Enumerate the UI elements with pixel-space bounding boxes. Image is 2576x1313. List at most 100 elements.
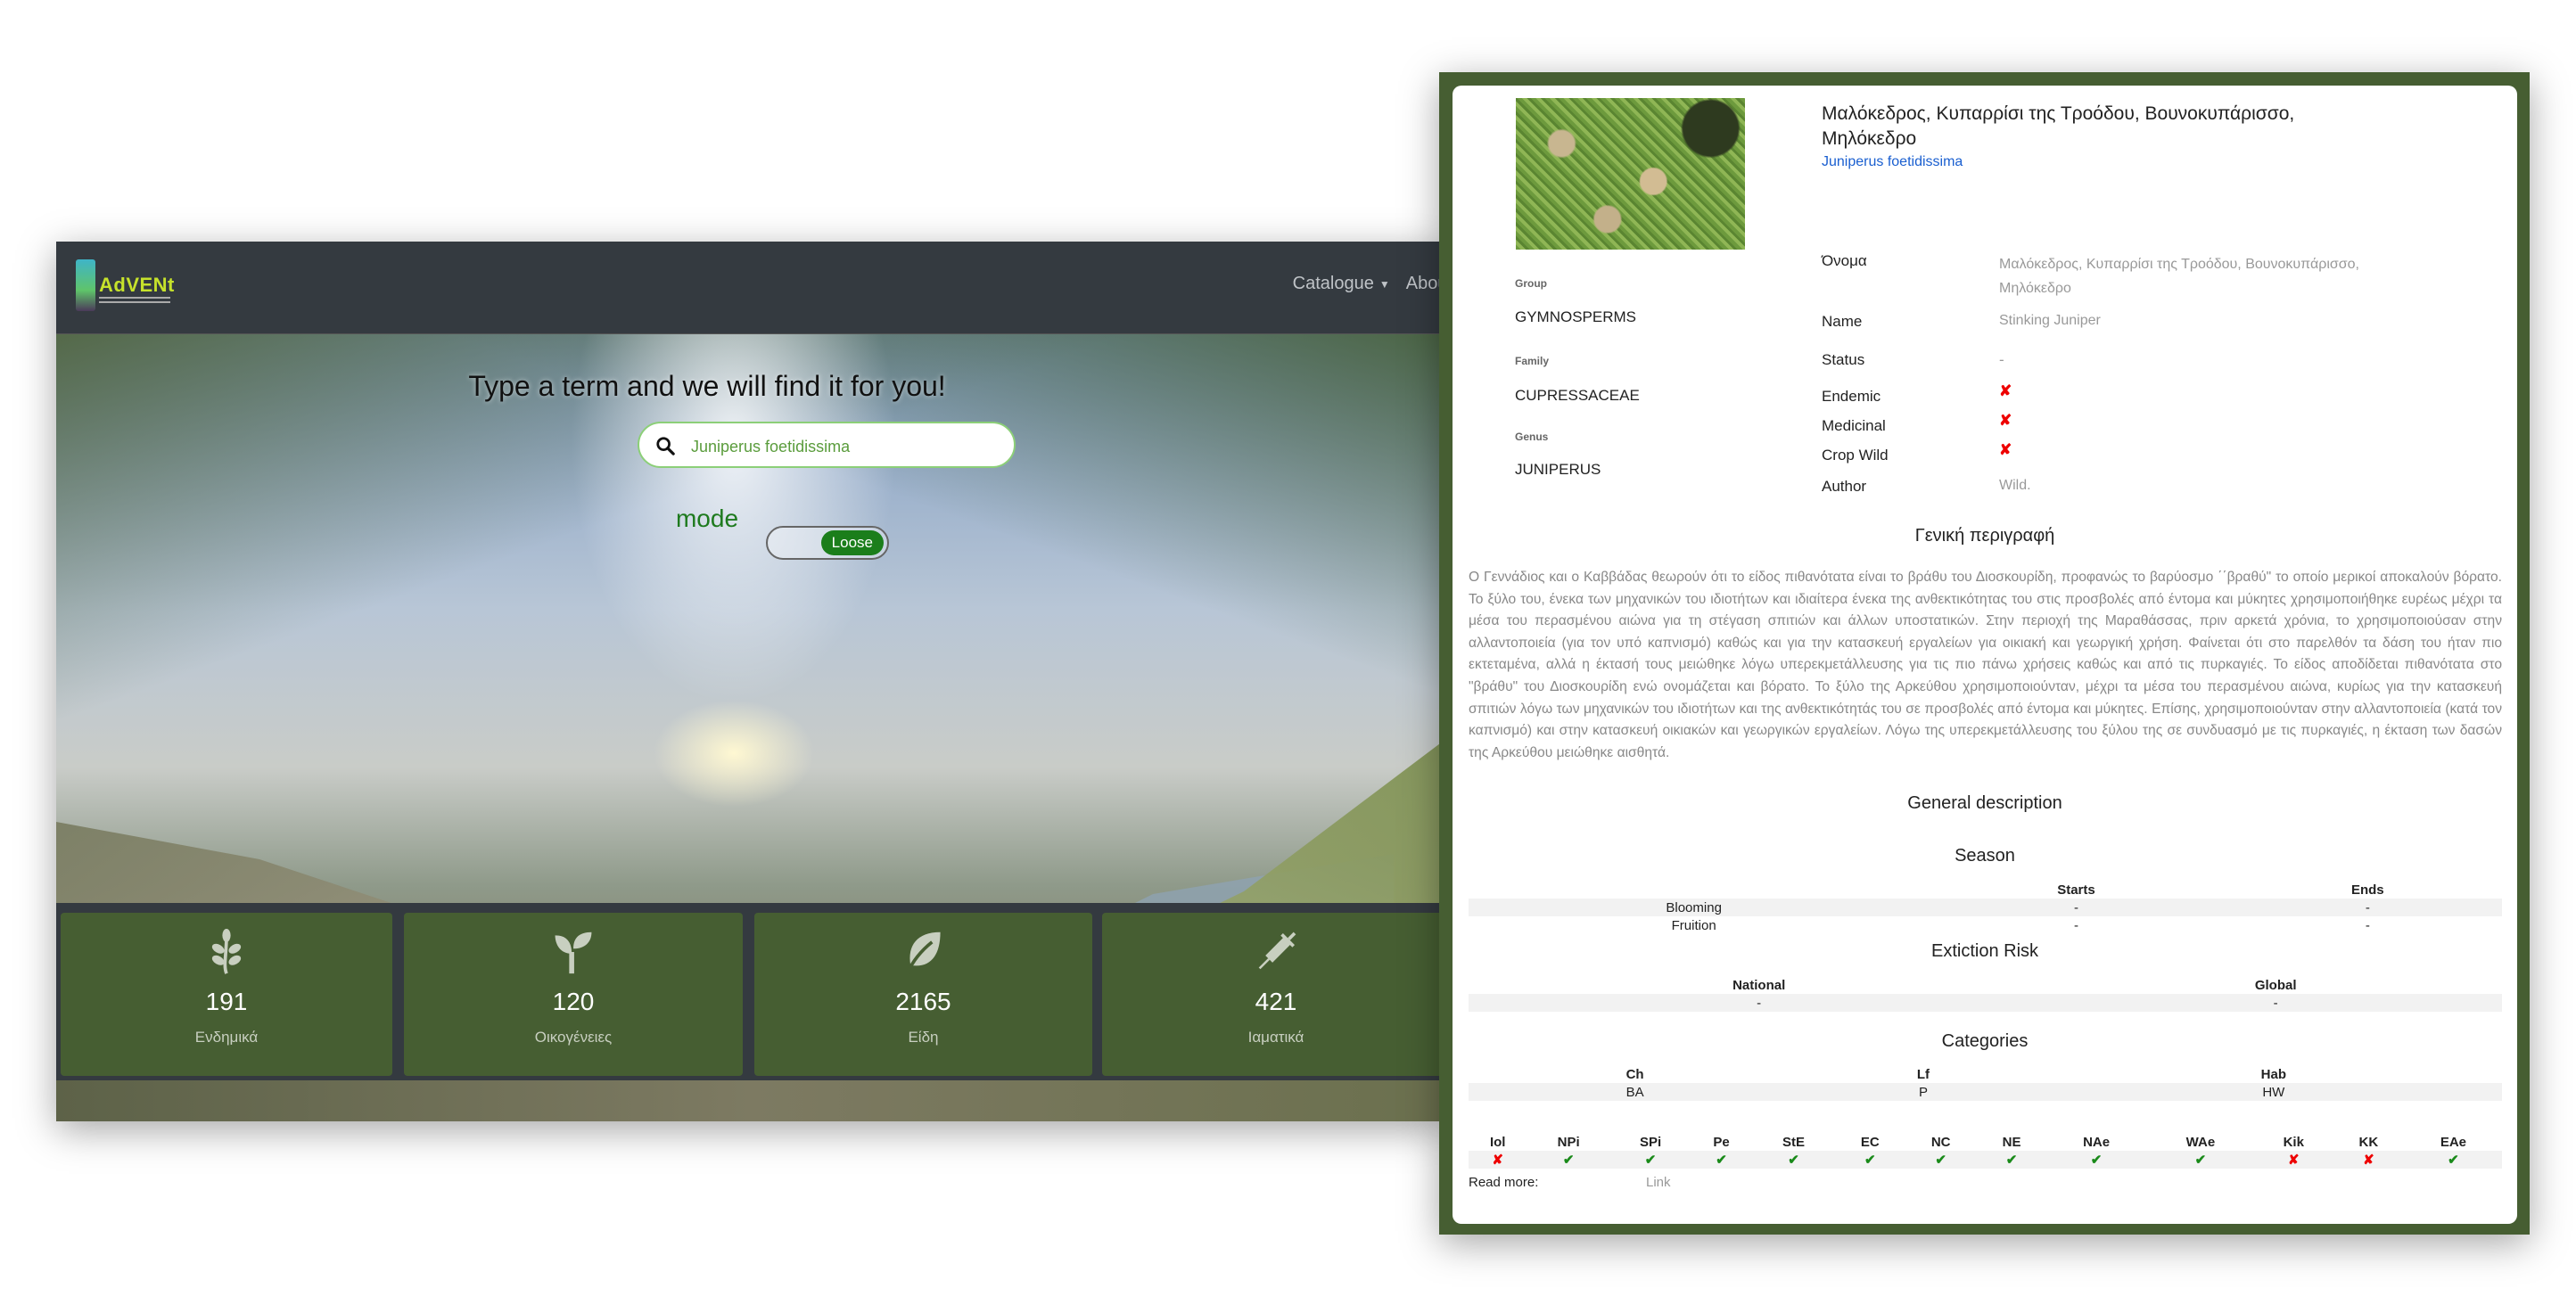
species-card: Group GYMNOSPERMS Family CUPRESSACEAE Ge… — [1453, 86, 2517, 1224]
extinction-heading: Extiction Risk — [1930, 941, 2039, 961]
cropwild-label: Crop Wild — [1822, 447, 1889, 464]
nav-catalogue-dropdown[interactable]: Catalogue ▼ — [1293, 274, 1390, 294]
extinction-header: Global — [2254, 978, 2297, 993]
caret-down-icon: ▼ — [1379, 277, 1390, 291]
author-value: Wild. — [1999, 478, 2031, 493]
seedling-icon — [555, 931, 592, 974]
greek-description-heading: Γενική περιγραφή — [1914, 526, 2055, 546]
categories-cell: HW — [2045, 1083, 2502, 1101]
region-header: NE — [2002, 1135, 2021, 1150]
read-more-link[interactable]: Link — [1646, 1175, 1671, 1190]
leaf-icon — [905, 931, 941, 974]
check-icon: ✔ — [1977, 1151, 2047, 1169]
species-detail-window: Group GYMNOSPERMS Family CUPRESSACEAE Ge… — [1439, 72, 2530, 1235]
region-header: NAe — [2083, 1135, 2111, 1150]
cross-icon: ✘ — [1469, 1151, 1527, 1169]
season-cell: Fruition — [1671, 917, 1716, 933]
mode-toggle[interactable]: Loose — [766, 526, 889, 560]
categories-header: Lf — [1916, 1067, 1930, 1082]
group-value: GYMNOSPERMS — [1515, 308, 1637, 325]
categories-cell: BA — [1469, 1083, 1802, 1101]
categories-table: Ch Lf Hab BA P HW — [1469, 1066, 2502, 1101]
check-icon: ✔ — [1609, 1151, 1691, 1169]
nav-catalogue-label: Catalogue — [1292, 274, 1374, 293]
name-value: Stinking Juniper — [1999, 313, 2101, 328]
advent-logo[interactable]: AdVENt — [76, 259, 192, 313]
herb-icon — [211, 929, 242, 974]
region-header: Pe — [1713, 1135, 1730, 1150]
table-row: Fruition - - — [1469, 916, 2502, 934]
onoma-value: Μαλόκεδρος, Κυπαρρίσι της Τροόδου, Βουνο… — [1999, 257, 2359, 296]
logo-mark — [76, 259, 95, 311]
stat-value: 191 — [205, 988, 248, 1015]
regions-table: Iol NPi SPi Pe StE EC NC NE NAe WAe Kik KK EAe ✘ ✔ ✔ ✔ ✔… — [1469, 1134, 2502, 1169]
stat-value: 2165 — [895, 988, 951, 1015]
stat-label: Οικογένειες — [534, 1029, 613, 1046]
extinction-cell: - — [1469, 994, 2050, 1012]
endemic-label: Endemic — [1822, 388, 1881, 405]
stat-tile-medicinal[interactable]: 421 Ιαματικά — [1102, 913, 1447, 1076]
check-icon: ✔ — [2146, 1151, 2255, 1169]
season-cell: - — [2073, 917, 2078, 933]
season-cell: - — [2233, 899, 2502, 916]
cropwild-cross-icon: ✘ — [1999, 441, 2012, 458]
check-icon: ✔ — [1751, 1151, 1836, 1169]
region-header: Kik — [2283, 1135, 2304, 1150]
region-header: EAe — [2440, 1135, 2467, 1150]
season-cell: - — [2365, 917, 2370, 933]
region-header: NC — [1930, 1135, 1951, 1150]
navbar: AdVENt Catalogue▼ About — [56, 242, 1447, 334]
status-value: - — [1999, 351, 2004, 368]
logo-subtitle — [99, 297, 170, 303]
mode-label: mode — [675, 505, 739, 532]
season-heading: Season — [1955, 846, 2015, 866]
stat-tile-endemic[interactable]: 191 Ενδημικά — [61, 913, 392, 1076]
categories-header: Hab — [2260, 1067, 2287, 1082]
genus-value: JUNIPERUS — [1515, 461, 1601, 478]
categories-header: Ch — [1625, 1067, 1644, 1082]
season-header: Ends — [2350, 882, 2384, 898]
stat-tile-families[interactable]: 120 Οικογένειες — [404, 913, 743, 1076]
table-row: -- — [1469, 994, 2502, 1012]
greek-description-text: Ο Γεννάδιος και ο Καββάδας θεωρούν ότι τ… — [1469, 570, 2502, 760]
search-icon — [656, 437, 675, 455]
check-icon: ✔ — [1835, 1151, 1905, 1169]
season-cell: - — [1919, 899, 2234, 916]
region-header: SPi — [1639, 1135, 1662, 1150]
region-header: WAe — [2185, 1135, 2216, 1150]
general-description-heading: General description — [1907, 793, 2062, 813]
region-header: Iol — [1489, 1135, 1506, 1150]
read-more-label: Read more: — [1469, 1175, 1539, 1190]
season-header: Starts — [2057, 882, 2095, 898]
extinction-table: National Global -- — [1469, 977, 2502, 1012]
check-icon: ✔ — [1691, 1151, 1752, 1169]
check-icon: ✔ — [1905, 1151, 1978, 1169]
season-header — [1469, 882, 1919, 899]
search-input[interactable] — [689, 434, 996, 459]
region-header: NPi — [1557, 1135, 1580, 1150]
region-header: StE — [1782, 1135, 1806, 1150]
stat-label: Ενδημικά — [194, 1029, 259, 1046]
stat-tile-species[interactable]: 2165 Είδη — [754, 913, 1092, 1076]
region-header: KK — [2358, 1135, 2379, 1150]
categories-cell: P — [1801, 1083, 2045, 1101]
mode-toggle-value: Loose — [820, 530, 884, 555]
name-label: Name — [1822, 313, 1863, 330]
hero-title: Type a term and we will find it for you! — [468, 370, 946, 402]
extinction-header: National — [1732, 978, 1786, 993]
search-box[interactable] — [638, 422, 1016, 468]
stats-strip: 191 Ενδημικά 120 Οικογένειες 2165 Είδη 4… — [56, 903, 1447, 1080]
latin-name-link[interactable]: Juniperus foetidissima — [1822, 154, 1963, 170]
table-row: Blooming - - — [1469, 899, 2502, 916]
check-icon: ✔ — [2404, 1151, 2502, 1169]
species-photo — [1516, 98, 1745, 250]
status-label: Status — [1822, 351, 1865, 368]
season-table: Starts Ends Blooming - - Fruition - - — [1469, 882, 2502, 934]
family-value: CUPRESSACEAE — [1515, 387, 1640, 404]
syringe-icon — [1258, 931, 1296, 970]
species-title: Μαλόκεδρος, Κυπαρρίσι της Τροόδου, Βουνο… — [1822, 103, 2295, 149]
stat-label: Είδη — [908, 1029, 939, 1046]
medicinal-cross-icon: ✘ — [1999, 412, 2012, 429]
group-label: Group — [1515, 277, 1547, 290]
genus-label: Genus — [1515, 431, 1549, 443]
